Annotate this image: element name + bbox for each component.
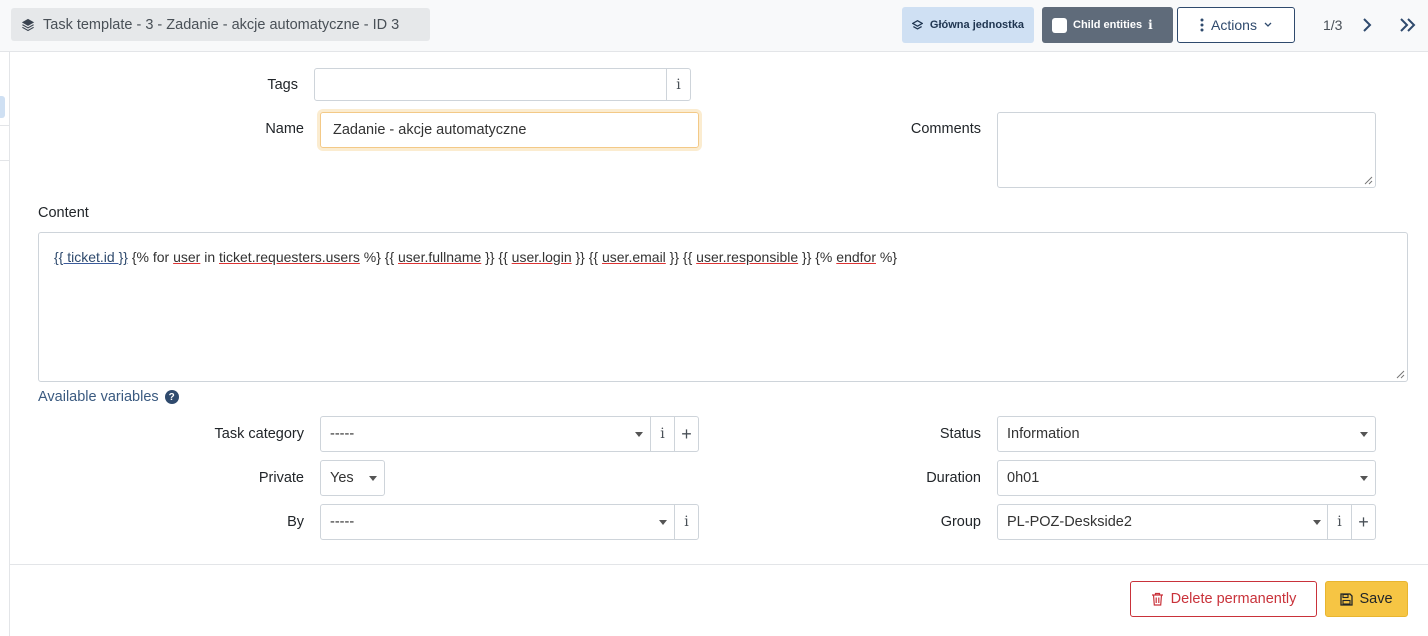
child-entities-label: Child entities [1073, 19, 1143, 31]
name-input[interactable]: Zadanie - akcje automatyczne [320, 112, 699, 148]
resize-handle-icon[interactable] [1364, 176, 1373, 185]
footer-divider [10, 564, 1428, 565]
delete-permanently-button[interactable]: Delete permanently [1130, 581, 1317, 617]
caret-down-icon [369, 476, 377, 481]
task-category-label: Task category [214, 426, 304, 442]
caret-down-icon [1313, 520, 1321, 525]
caret-down-icon [1360, 476, 1368, 481]
content-token: user.fullname [398, 249, 482, 265]
content-token: user.login [511, 249, 572, 265]
child-entities-toggle[interactable]: Child entities i [1042, 7, 1173, 43]
name-label: Name [265, 121, 304, 137]
floppy-disk-icon [1340, 592, 1354, 606]
content-token: }} {{ [571, 249, 602, 265]
page-title: Task template - 3 - Zadanie - akcje auto… [11, 8, 430, 41]
content-token: %} [875, 249, 897, 265]
content-token: user [173, 249, 201, 265]
by-label: By [287, 514, 304, 530]
by-value: ----- [330, 514, 355, 530]
entity-button-label: Główna jednostka [929, 19, 1025, 31]
next-item-button[interactable] [1360, 14, 1374, 39]
tags-field[interactable]: i [314, 68, 691, 101]
content-token: {% for [127, 249, 174, 265]
content-token: }} {{ [665, 249, 697, 265]
content-token: in [200, 249, 220, 265]
content-textarea[interactable]: {{ ticket.id }} {% for user in ticket.re… [38, 232, 1408, 382]
caret-down-icon [1360, 432, 1368, 437]
status-value: Information [1007, 426, 1080, 442]
actions-button[interactable]: Actions [1177, 7, 1295, 43]
delete-label: Delete permanently [1170, 591, 1297, 607]
save-button[interactable]: Save [1325, 581, 1408, 617]
tags-label: Tags [267, 77, 298, 93]
sidebar-divider [0, 160, 10, 161]
comments-label: Comments [910, 121, 981, 137]
save-label: Save [1359, 591, 1393, 607]
by-info-icon[interactable]: i [674, 505, 698, 539]
content-text: {{ ticket.id }} {% for user in ticket.re… [54, 249, 897, 265]
status-select[interactable]: Information [997, 416, 1376, 452]
group-add-button[interactable]: + [1351, 505, 1375, 539]
content-label: Content [38, 205, 89, 221]
double-chevron-right-icon [1400, 18, 1416, 32]
task-category-info-icon[interactable]: i [650, 417, 674, 451]
private-select[interactable]: Yes [320, 460, 385, 496]
duration-label: Duration [926, 470, 981, 486]
by-select[interactable]: ----- i [320, 504, 699, 540]
pager-counter: 1/3 [1323, 17, 1343, 33]
group-info-icon[interactable]: i [1327, 505, 1351, 539]
content-token: user.responsible [696, 249, 799, 265]
comments-textarea[interactable] [997, 112, 1376, 188]
trash-icon [1151, 592, 1163, 606]
content-token: endfor [836, 249, 876, 265]
page-title-text: Task template - 3 - Zadanie - akcje auto… [43, 16, 400, 33]
info-icon: i [1148, 18, 1153, 32]
caret-down-icon [635, 432, 643, 437]
child-entities-checkbox[interactable] [1052, 17, 1067, 33]
actions-label: Actions [1211, 17, 1257, 33]
layers-icon [21, 18, 35, 31]
last-item-button[interactable] [1398, 14, 1418, 39]
top-bar: Task template - 3 - Zadanie - akcje auto… [0, 0, 1428, 52]
duration-select[interactable]: 0h01 [997, 460, 1376, 496]
content-token: %} {{ [359, 249, 399, 265]
sidebar-edge [0, 52, 10, 636]
status-label: Status [939, 426, 981, 442]
task-category-value: ----- [330, 426, 355, 442]
content-token: }} {{ [481, 249, 512, 265]
chevron-right-icon [1363, 18, 1372, 32]
content-token: }} {% [798, 249, 837, 265]
task-category-add-button[interactable]: + [674, 417, 698, 451]
content-token: user.email [601, 249, 666, 265]
sidebar-active-marker [0, 96, 5, 118]
layers-icon [911, 19, 923, 30]
content-token: {{ ticket.id }} [54, 249, 128, 265]
available-variables-link[interactable]: Available variables ? [38, 389, 179, 405]
group-select[interactable]: PL-POZ-Deskside2 i + [997, 504, 1376, 540]
resize-handle-icon[interactable] [1396, 370, 1405, 379]
help-icon[interactable]: ? [164, 390, 179, 404]
duration-value: 0h01 [1007, 470, 1040, 486]
available-variables-label: Available variables [38, 389, 159, 405]
task-category-select[interactable]: ----- i + [320, 416, 699, 452]
entity-button[interactable]: Główna jednostka [902, 7, 1034, 43]
group-value: PL-POZ-Deskside2 [1007, 514, 1132, 530]
private-label: Private [258, 470, 304, 486]
private-value: Yes [330, 470, 354, 486]
content-token: ticket.requesters.users [219, 249, 360, 265]
sidebar-divider [0, 125, 10, 126]
kebab-icon [1200, 18, 1204, 32]
chevron-down-icon [1264, 22, 1272, 27]
caret-down-icon [659, 520, 667, 525]
group-label: Group [940, 514, 981, 530]
tags-info-icon[interactable]: i [666, 69, 690, 100]
